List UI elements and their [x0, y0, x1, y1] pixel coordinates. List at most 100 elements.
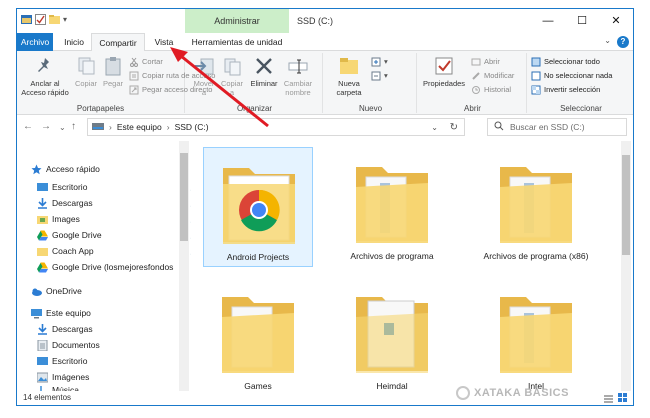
edit-button[interactable]: Modificar — [471, 69, 514, 82]
minimize-button[interactable]: — — [531, 9, 565, 33]
details-view-icon[interactable] — [604, 394, 613, 405]
properties-label: Propiedades — [422, 79, 466, 88]
close-button[interactable]: ✕ — [599, 9, 633, 33]
cut-button[interactable]: Cortar — [129, 55, 163, 68]
tab-archivo[interactable]: Archivo — [17, 33, 53, 51]
file-tile[interactable]: Games — [203, 277, 313, 397]
watermark-text: XATAKA BASICS — [474, 387, 569, 399]
nav-item-descargas[interactable]: Descargas 📌 — [37, 195, 199, 211]
open-label: Abrir — [484, 57, 500, 66]
address-box[interactable]: › Este equipo › SSD (C:) ⌄ ↻ — [87, 118, 465, 136]
nav-scrollbar-thumb[interactable] — [180, 153, 188, 241]
copy-label: Copiar — [74, 79, 98, 88]
cut-label: Cortar — [142, 57, 163, 66]
qat-dropdown-icon[interactable]: ▾ — [63, 14, 70, 25]
history-label: Historial — [484, 85, 512, 94]
up-icon[interactable]: ↑ — [71, 121, 76, 132]
nav-pc-documentos[interactable]: Documentos — [37, 337, 197, 353]
nav-item-google-drive-fondos[interactable]: Google Drive (losmejoresfondos — [37, 259, 177, 275]
rename-icon — [287, 55, 309, 77]
nav-item-images[interactable]: Images 📌 — [37, 211, 199, 227]
google-drive-icon — [37, 262, 48, 273]
ribbon-collapse-icon[interactable]: ⌄ — [604, 36, 611, 45]
file-tile[interactable]: Android Projects — [203, 147, 313, 267]
recent-locations-icon[interactable]: ⌄ — [59, 123, 66, 132]
nav-item-label: Descargas — [52, 198, 93, 208]
file-tile[interactable]: Intel — [481, 277, 591, 397]
pin-quick-access-button[interactable]: Anclar al Acceso rápido — [19, 55, 71, 97]
breadcrumb-separator-icon: › — [166, 122, 170, 132]
nav-item-escritorio[interactable]: Escritorio 📌 — [37, 179, 199, 195]
invert-selection-button[interactable]: Invertir selección — [531, 83, 600, 96]
group-label-organizar: Organizar — [236, 104, 273, 113]
delete-icon — [253, 55, 275, 77]
back-icon[interactable]: ← — [23, 121, 33, 132]
properties-icon[interactable] — [35, 14, 46, 25]
search-input[interactable]: Buscar en SSD (C:) — [487, 118, 627, 136]
move-to-button[interactable]: Mover a — [191, 55, 217, 97]
history-button[interactable]: Historial — [471, 83, 511, 96]
paste-icon — [102, 55, 124, 77]
paste-button[interactable]: Pegar — [101, 55, 125, 88]
delete-button[interactable]: Eliminar — [249, 55, 279, 88]
nav-pc-imagenes[interactable]: Imágenes — [36, 369, 197, 385]
item-count: 14 elementos — [23, 393, 72, 402]
maximize-button[interactable]: ☐ — [565, 9, 599, 33]
scissors-icon — [129, 57, 139, 67]
address-bar-row: ← → ⌄ ↑ › Este equipo › SSD (C:) ⌄ ↻ Bus… — [17, 115, 633, 139]
copy-to-icon — [221, 55, 243, 77]
large-icons-view-icon[interactable] — [618, 393, 627, 405]
nav-pc-descargas[interactable]: Descargas — [37, 321, 197, 337]
file-name: Android Projects — [226, 252, 290, 262]
nav-pc-escritorio[interactable]: Escritorio — [37, 353, 197, 369]
file-tile[interactable]: Archivos de programa — [337, 147, 447, 267]
select-all-label: Seleccionar todo — [544, 57, 600, 66]
delete-label: Eliminar — [250, 79, 278, 88]
address-dropdown-icon[interactable]: ⌄ — [431, 123, 438, 132]
breadcrumb-ssd[interactable]: SSD (C:) — [175, 122, 209, 132]
explorer-icon — [21, 14, 32, 25]
properties-button[interactable]: Propiedades — [421, 55, 467, 88]
folder-icon — [356, 167, 428, 243]
tab-vista[interactable]: Vista — [147, 33, 181, 51]
nav-item-label: Escritorio — [52, 356, 88, 366]
group-portapapeles: Anclar al Acceso rápido Copiar Pegar Cor… — [17, 53, 215, 113]
new-folder-button[interactable]: Nueva carpeta — [331, 55, 367, 97]
tab-inicio[interactable]: Inicio — [57, 33, 91, 51]
copy-button[interactable]: Copiar — [73, 55, 99, 88]
open-icon — [471, 57, 481, 67]
nav-item-label: Documentos — [52, 340, 100, 350]
file-tile[interactable]: Archivos de programa (x86) — [481, 147, 591, 267]
folder-icon — [37, 246, 48, 257]
nav-onedrive[interactable]: OneDrive — [31, 283, 191, 299]
nav-quick-access[interactable]: Acceso rápido — [31, 161, 191, 177]
select-all-button[interactable]: Seleccionar todo — [531, 55, 600, 68]
content-scrollbar-thumb[interactable] — [622, 155, 630, 255]
new-item-button[interactable]: ▾ — [371, 55, 388, 68]
nav-scrollbar[interactable] — [179, 141, 189, 393]
copy-to-button[interactable]: Copiar a — [219, 55, 245, 97]
nav-item-coach-app[interactable]: Coach App 📌 — [37, 243, 199, 259]
rename-button[interactable]: Cambiar nombre — [281, 55, 315, 97]
help-icon[interactable]: ? — [617, 36, 629, 48]
search-placeholder: Buscar en SSD (C:) — [510, 122, 585, 132]
file-name: Heimdal — [376, 381, 408, 391]
nav-this-pc[interactable]: Este equipo — [31, 305, 191, 321]
invert-selection-icon — [531, 85, 541, 95]
desktop-icon — [37, 182, 48, 193]
explorer-window: ▾ Administrar SSD (C:) — ☐ ✕ Archivo Ini… — [16, 8, 634, 406]
open-button[interactable]: Abrir — [471, 55, 500, 68]
new-folder-icon[interactable] — [49, 14, 60, 25]
content-scrollbar[interactable] — [621, 141, 631, 393]
tab-compartir[interactable]: Compartir — [91, 33, 145, 52]
easy-access-button[interactable]: ▾ — [371, 69, 388, 82]
breadcrumb-este-equipo[interactable]: Este equipo — [117, 122, 162, 132]
drive-icon — [92, 121, 104, 133]
refresh-icon[interactable]: ↻ — [450, 122, 458, 133]
tab-herramientas-de-unidad[interactable]: Herramientas de unidad — [185, 33, 289, 51]
forward-icon[interactable]: → — [41, 121, 51, 132]
file-tile[interactable]: Heimdal — [337, 277, 447, 397]
select-none-button[interactable]: No seleccionar nada — [531, 69, 612, 82]
properties-check-icon — [433, 55, 455, 77]
nav-item-google-drive[interactable]: Google Drive 📌 — [37, 227, 199, 243]
